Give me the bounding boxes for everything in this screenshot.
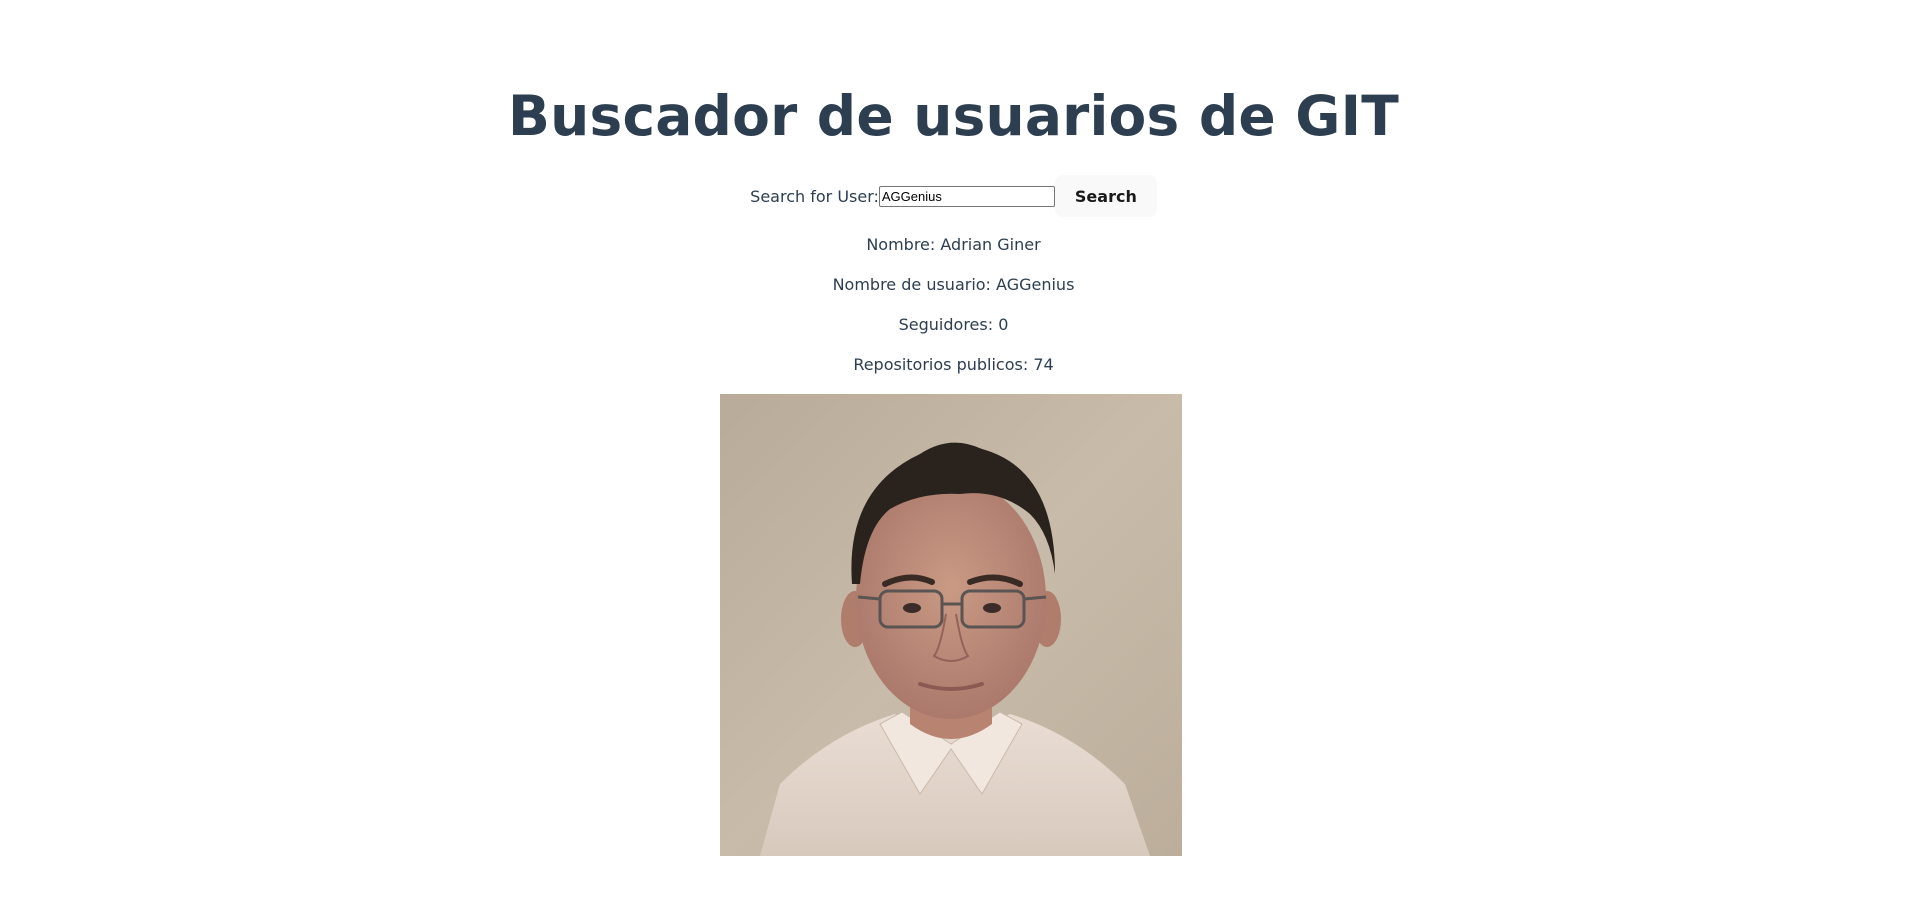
search-form: Search for User: Search (0, 174, 1907, 218)
search-label: Search for User: (750, 186, 879, 206)
user-avatar (720, 394, 1182, 856)
user-public-repos: Repositorios publicos: 74 (853, 355, 1054, 374)
user-followers: Seguidores: 0 (898, 315, 1009, 334)
page-title: Buscador de usuarios de GIT (508, 84, 1399, 148)
user-login: Nombre de usuario: AGGenius (832, 275, 1075, 294)
user-name: Nombre: Adrian Giner (866, 235, 1041, 254)
avatar-portrait-image (720, 394, 1182, 856)
search-input[interactable] (878, 185, 1055, 207)
search-button[interactable]: Search (1054, 175, 1157, 217)
page: Buscador de usuarios de GIT Search for U… (0, 0, 1907, 905)
